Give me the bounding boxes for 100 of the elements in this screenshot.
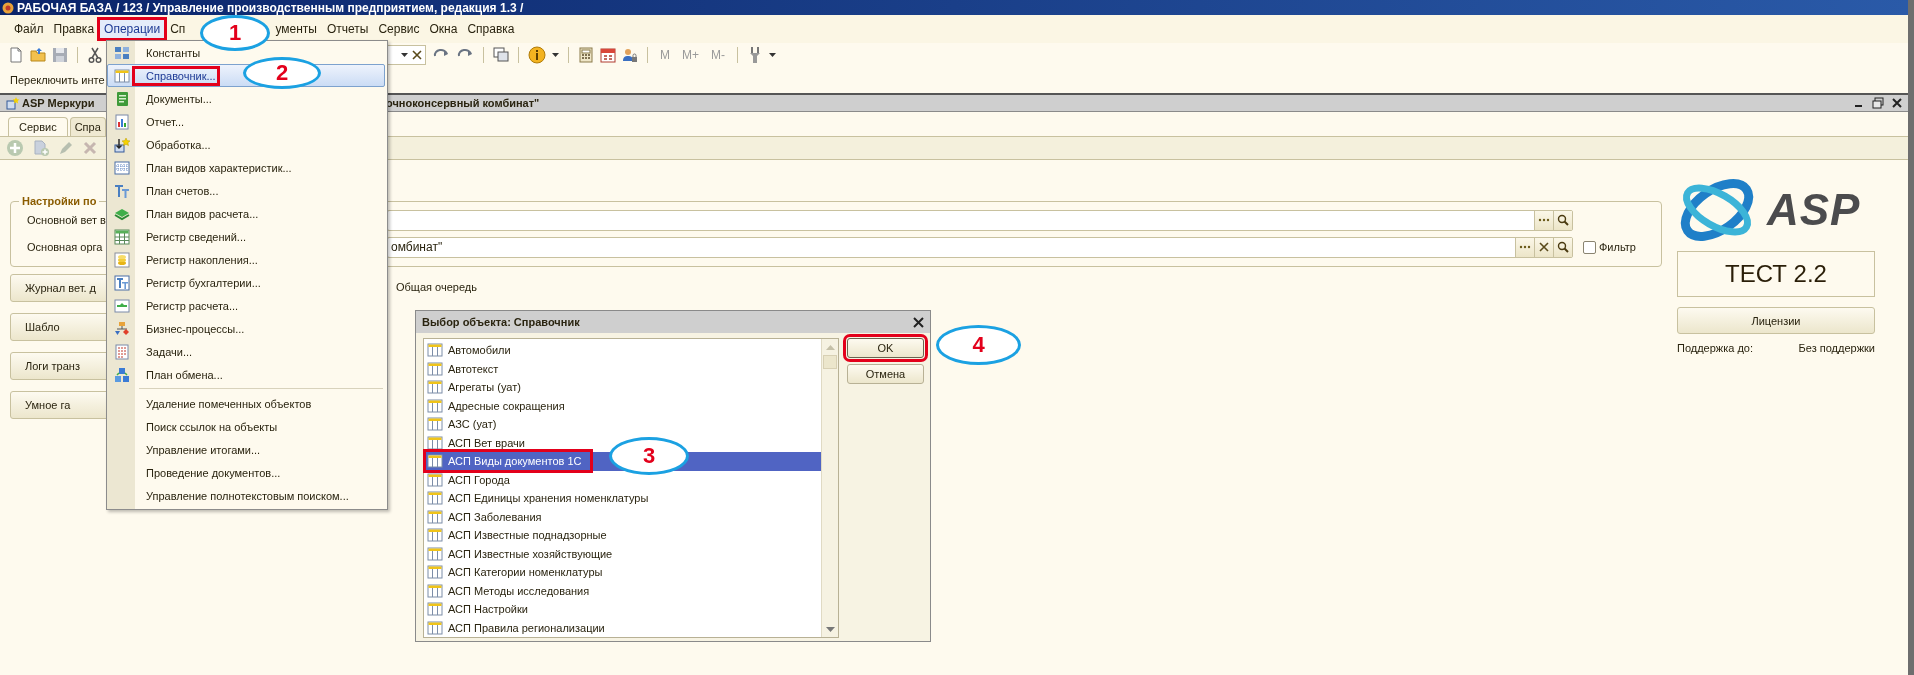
table-icon[interactable]: [114, 228, 130, 245]
user-lock-icon[interactable]: [622, 47, 638, 63]
clear-icon[interactable]: [1539, 242, 1549, 252]
list-item[interactable]: АСП Методы исследования: [424, 581, 821, 600]
calendar-icon[interactable]: [600, 47, 616, 63]
cubes-icon[interactable]: [114, 366, 130, 383]
menu-item[interactable]: Сп: [166, 20, 190, 38]
menu-entry[interactable]: Удаление помеченных объектов: [107, 392, 385, 415]
ellipsis-icon[interactable]: [1519, 245, 1531, 249]
list-item[interactable]: Агрегаты (уат): [424, 378, 821, 397]
table-icon[interactable]: [427, 582, 443, 599]
menu-entry[interactable]: Проведение документов...: [107, 461, 385, 484]
table-icon[interactable]: [427, 508, 443, 525]
table-icon[interactable]: [427, 360, 443, 377]
menu-entry[interactable]: Регистр сведений...: [107, 225, 385, 248]
menu-entry[interactable]: Задачи...: [107, 340, 385, 363]
bar-chart-icon[interactable]: [114, 113, 130, 130]
calculator-icon[interactable]: [578, 47, 594, 63]
table-icon[interactable]: [427, 379, 443, 396]
table-icon[interactable]: [427, 564, 443, 581]
checkbox[interactable]: [1583, 240, 1596, 254]
table-icon[interactable]: [427, 619, 443, 636]
t-shape-icon[interactable]: [114, 182, 130, 199]
menu-item[interactable]: Справка: [463, 20, 519, 38]
menu-item[interactable]: Окна: [425, 20, 462, 38]
menu-entry[interactable]: Регистр бухгалтерии...: [107, 271, 385, 294]
blocks-icon[interactable]: [114, 44, 130, 61]
flowchart-icon[interactable]: [114, 320, 130, 337]
close-icon[interactable]: [913, 316, 924, 328]
menu-item[interactable]: Операции: [100, 20, 165, 38]
box-arrow-icon[interactable]: [114, 136, 130, 153]
list-item[interactable]: АСП Единицы хранения номенклатуры: [424, 489, 821, 508]
caret-icon[interactable]: [401, 53, 408, 57]
tab[interactable]: Спра: [69, 117, 106, 136]
list-item[interactable]: АСП Настройки: [424, 600, 821, 619]
list-item[interactable]: АСП Заболевания: [424, 507, 821, 526]
clear-button[interactable]: [1534, 237, 1553, 257]
list-item[interactable]: АСП Известные хозяйствующие: [424, 544, 821, 563]
caret-icon[interactable]: [769, 53, 776, 57]
table-icon[interactable]: [427, 342, 443, 359]
menu-entry[interactable]: План счетов...: [107, 179, 385, 202]
menu-item[interactable]: Файл: [10, 20, 48, 38]
menu-item[interactable]: Отчеты: [322, 20, 373, 38]
table-icon[interactable]: [427, 434, 443, 451]
scissors-icon[interactable]: [87, 47, 103, 63]
menu-entry[interactable]: Обработка...: [107, 133, 385, 156]
save-icon[interactable]: [52, 47, 68, 63]
clear-icon[interactable]: [412, 50, 422, 60]
search-icon[interactable]: [1557, 214, 1569, 226]
menu-item[interactable]: Сервис: [374, 20, 424, 38]
interface-switch-label[interactable]: Переключить инте: [10, 74, 105, 86]
select-button[interactable]: [1534, 210, 1553, 230]
windows-icon[interactable]: [493, 47, 509, 63]
t-shape-icon[interactable]: [114, 274, 130, 291]
scrollbar[interactable]: [821, 339, 838, 637]
menu-item[interactable]: Правка: [49, 20, 99, 38]
scroll-thumb[interactable]: [823, 355, 837, 369]
list-item[interactable]: АЗС (уат): [424, 415, 821, 434]
dialog-button[interactable]: Отмена: [847, 364, 924, 384]
menu-entry[interactable]: Бизнес-процессы...: [107, 317, 385, 340]
list-item[interactable]: Автомобили: [424, 341, 821, 360]
table-icon[interactable]: [427, 397, 443, 414]
menu-entry[interactable]: План видов характеристик...: [107, 156, 385, 179]
table-icon[interactable]: [427, 416, 443, 433]
table-icon[interactable]: [427, 471, 443, 488]
tab[interactable]: Сервис: [8, 117, 68, 136]
folder-icon[interactable]: [30, 47, 46, 63]
menu-entry[interactable]: Регистр накопления...: [107, 248, 385, 271]
list-item[interactable]: Автотекст: [424, 359, 821, 378]
close-icon[interactable]: [1892, 98, 1902, 108]
caret-icon[interactable]: [552, 53, 559, 57]
table-icon[interactable]: [427, 527, 443, 544]
grid-icon[interactable]: [114, 159, 130, 176]
restore-icon[interactable]: [1872, 97, 1884, 109]
document-icon[interactable]: [114, 90, 130, 107]
list-item[interactable]: АСП Правила регионализации: [424, 618, 821, 637]
search-button[interactable]: [1553, 237, 1572, 257]
select-button[interactable]: [1515, 237, 1534, 257]
menu-entry[interactable]: Управление полнотекстовым поиском...: [107, 484, 385, 507]
menu-entry[interactable]: Документы...: [107, 87, 385, 110]
table-icon[interactable]: [427, 545, 443, 562]
menu-entry[interactable]: Отчет...: [107, 110, 385, 133]
list-item[interactable]: АСП Известные поднадзорные: [424, 526, 821, 545]
text-field[interactable]: [387, 209, 1573, 231]
licenses-button[interactable]: Лицензии: [1677, 307, 1875, 334]
list-item[interactable]: Адресные сокращения: [424, 396, 821, 415]
search-icon[interactable]: [1557, 241, 1569, 253]
info-icon[interactable]: [528, 46, 546, 64]
new-document-icon[interactable]: [8, 47, 24, 63]
menu-entry[interactable]: План видов расчета...: [107, 202, 385, 225]
scroll-down-icon[interactable]: [825, 626, 835, 632]
ellipsis-icon[interactable]: [1538, 218, 1550, 222]
table-icon[interactable]: [427, 601, 443, 618]
menu-entry[interactable]: Управление итогами...: [107, 438, 385, 461]
menu-item[interactable]: ументы: [271, 20, 321, 38]
panel-icon[interactable]: [114, 297, 130, 314]
search-button[interactable]: [1553, 210, 1572, 230]
table-icon[interactable]: [427, 490, 443, 507]
menu-entry[interactable]: План обмена...: [107, 363, 385, 386]
table-icon[interactable]: [114, 67, 130, 84]
